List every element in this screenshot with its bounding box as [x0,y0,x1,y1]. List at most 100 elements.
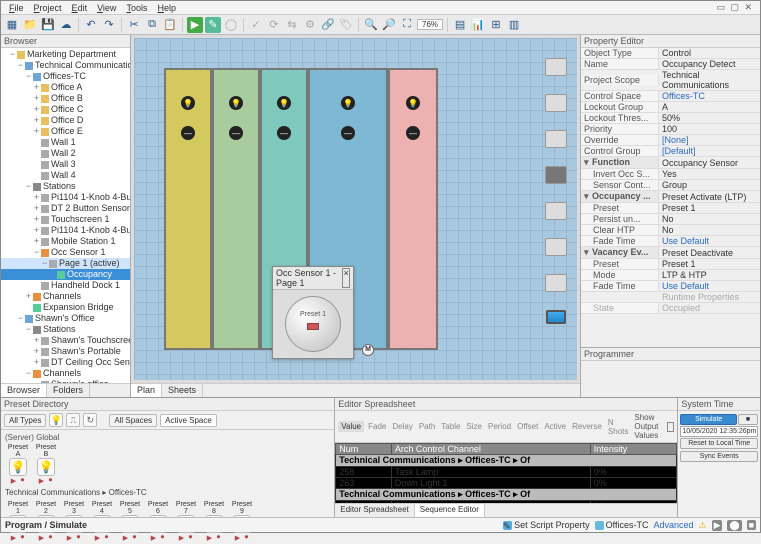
tree-node[interactable]: −Offices-TC [1,71,130,82]
col-value[interactable]: Value [338,421,364,432]
circle-fixture-icon[interactable]: — [277,126,291,140]
copy-icon[interactable]: ⧉ [144,17,160,33]
spreadsheet-grid[interactable]: NumArch Control ChannelIntensityTechnica… [335,443,677,503]
touchpanel-icon[interactable] [545,166,567,184]
tree-node[interactable]: +Mobile Station 1 [1,236,130,247]
tree-node[interactable]: −Marketing Department [1,49,130,60]
tag-icon[interactable]: 🏷 [338,17,354,33]
zoom-out-icon[interactable]: 🔍 [363,17,379,33]
station-icon[interactable]: ▥ [506,17,522,33]
menu-help[interactable]: Help [153,3,180,13]
warn-icon[interactable]: ⚠ [698,520,706,531]
tree-node[interactable]: +DT Ceiling Occ Sens [1,357,130,368]
circle-fixture-icon[interactable]: — [181,126,195,140]
property-row[interactable]: Control Group[Default] [581,146,760,157]
menu-view[interactable]: View [93,3,120,13]
simulate-button[interactable]: Simulate [680,414,737,425]
edit-icon[interactable]: ✎ [205,17,221,33]
sensor-popup[interactable]: Occ Sensor 1 - Page 1 × Preset 1 [272,266,354,359]
tree-node[interactable]: Wall 1 [1,137,130,148]
property-row[interactable]: Clear HTPNo [581,225,760,236]
tree-node[interactable]: Wall 4 [1,170,130,181]
undo-icon[interactable]: ↶ [83,17,99,33]
set-script-property[interactable]: ✎Set Script Property [503,520,590,530]
tab-sequence-editor[interactable]: Sequence Editor [415,504,485,517]
reset-time-button[interactable]: Reset to Local Time [680,438,758,449]
phone-icon[interactable] [545,274,567,292]
show-output-checkbox[interactable] [667,422,674,432]
property-row[interactable]: PresetPreset 1 [581,259,760,270]
status-space[interactable]: Offices-TC [595,520,649,530]
tree-node[interactable]: Expansion Bridge [1,302,130,313]
tree-node[interactable]: +Office C [1,104,130,115]
browser-tree[interactable]: −Marketing Department−Technical Communic… [1,48,130,383]
active-space-btn[interactable]: Active Space [160,414,217,427]
tab-editor-spreadsheet[interactable]: Editor Spreadsheet [335,504,415,517]
room-office-a[interactable]: 💡 — [164,68,212,350]
stop-icon[interactable]: ◯ [223,17,239,33]
tree-node[interactable]: +Office A [1,82,130,93]
tree-node[interactable]: −Channels [1,368,130,379]
play-status-icon[interactable]: ▶ [712,520,723,531]
property-grid[interactable]: Object TypeControlNameOccupancy DetectPr… [581,48,760,347]
datetime-input[interactable] [680,426,758,437]
preset-item[interactable]: Preset B💡▶⏺ [33,443,59,485]
paste-icon[interactable]: 📋 [162,17,178,33]
property-row[interactable]: PresetPreset 1 [581,203,760,214]
printer-icon[interactable] [545,58,567,76]
tree-node[interactable]: Wall 2 [1,148,130,159]
tree-node[interactable]: +Touchscreen 1 [1,214,130,225]
zoom-fit-icon[interactable]: ⛶ [399,17,415,33]
stop-sim-button[interactable]: ■ [738,414,758,425]
circle-fixture-icon[interactable]: — [229,126,243,140]
tree-node[interactable]: −Stations [1,324,130,335]
refresh-icon[interactable]: ⟳ [266,17,282,33]
property-row[interactable]: Lockout GroupA [581,102,760,113]
col-period[interactable]: Period [486,422,513,431]
keypad-icon[interactable] [545,130,567,148]
tab-plan[interactable]: Plan [131,384,162,397]
preset-item[interactable]: Preset A💡▶⏺ [5,443,31,485]
light-fixture-icon[interactable]: 💡 [341,96,355,110]
tree-node[interactable]: +Office D [1,115,130,126]
property-row[interactable]: Sensor Cont...Group [581,180,760,191]
sync-icon[interactable]: ⇆ [284,17,300,33]
menu-project[interactable]: Project [30,3,66,13]
col-reverse[interactable]: Reverse [570,422,604,431]
mobile-icon[interactable] [545,238,567,256]
tree-node[interactable]: −Shawn's Office [1,313,130,324]
property-row[interactable]: Fade TimeUse Default [581,281,760,292]
check-icon[interactable]: ✓ [248,17,264,33]
light-fixture-icon[interactable]: 💡 [181,96,195,110]
property-row[interactable]: Control SpaceOffices-TC [581,91,760,102]
tree-node[interactable]: +Pi1104 1-Knob 4-But [1,192,130,203]
chart-icon[interactable]: 📊 [470,17,486,33]
property-row[interactable]: Persist un...No [581,214,760,225]
show-output-values[interactable]: Show Output Values [632,413,663,440]
save-icon[interactable]: 💾 [40,17,56,33]
property-row[interactable]: ▾Vacancy Ev...Preset Deactivate [581,247,760,259]
advanced-link[interactable]: Advanced [653,520,693,530]
property-row[interactable]: Project ScopeTechnical Communications [581,70,760,91]
property-row[interactable]: Runtime Properties [581,292,760,303]
light-fixture-icon[interactable]: 💡 [406,96,420,110]
tree-node[interactable]: Occupancy [1,269,130,280]
light-fixture-icon[interactable]: 💡 [277,96,291,110]
screen-icon[interactable] [546,310,566,324]
light-fixture-icon[interactable]: 💡 [229,96,243,110]
zoom-in-icon[interactable]: 🔎 [381,17,397,33]
marker-badge[interactable]: M [362,344,374,356]
property-row[interactable]: ▾FunctionOccupancy Sensor [581,157,760,169]
record-status-icon[interactable]: ⬤ [727,520,741,531]
tab-sheets[interactable]: Sheets [162,384,203,397]
menu-file[interactable]: File [5,3,28,13]
room-office-b[interactable]: 💡 — [212,68,260,350]
col-n shots[interactable]: N Shots [606,418,630,436]
property-row[interactable]: Override[None] [581,135,760,146]
new-icon[interactable]: ▦ [4,17,20,33]
tree-node[interactable]: Wall 3 [1,159,130,170]
property-row[interactable]: Fade TimeUse Default [581,236,760,247]
property-row[interactable]: NameOccupancy Detect [581,59,760,70]
tab-browser[interactable]: Browser [1,384,47,397]
tree-node[interactable]: −Occ Sensor 1 [1,247,130,258]
